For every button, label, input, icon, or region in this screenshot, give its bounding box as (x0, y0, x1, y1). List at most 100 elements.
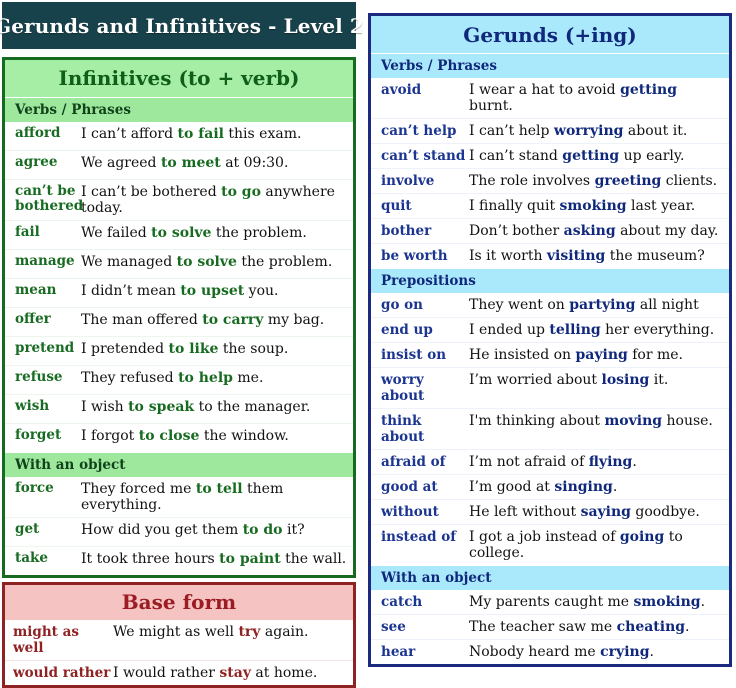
row-verb: get (15, 521, 40, 537)
section-band: With an object (371, 565, 729, 590)
row-example-highlight: paying (575, 347, 628, 363)
row-example-highlight: getting (562, 148, 620, 164)
table-row: would rather I would rather stay at home. (5, 660, 353, 685)
table-row: wish I wish to speak to the manager. (5, 394, 353, 423)
base-form-body: might as well We might as well try again.… (5, 620, 353, 685)
row-example-highlight: to help (178, 370, 233, 386)
table-row: offer The man offered to carry my bag. (5, 307, 353, 336)
table-row: can’t stand I can’t stand getting up earl… (371, 143, 729, 168)
table-row: forget I forgot to close the window. (5, 423, 353, 452)
row-example: I can’t stand getting up early. (469, 148, 685, 164)
row-verb: think about (381, 413, 425, 445)
left-column: Gerunds and Infinitives - Level 2 Infini… (0, 0, 364, 688)
table-row: worry about I’m worried about losing it. (371, 367, 729, 408)
row-example-highlight: try (238, 624, 261, 640)
table-row: catch My parents caught me smoking. (371, 590, 729, 614)
row-example: My parents caught me smoking. (469, 594, 706, 610)
table-row: manage We managed to solve the problem. (5, 249, 353, 278)
row-example: He insisted on paying for me. (469, 347, 684, 363)
row-example: The man offered to carry my bag. (81, 312, 325, 328)
row-verb: forget (15, 427, 62, 443)
gerunds-body: Verbs / Phrases avoid I wear a hat to avoi… (371, 53, 729, 664)
table-row: see The teacher saw me cheating. (371, 614, 729, 639)
row-verb: would rather (13, 665, 111, 681)
row-example: I would rather stay at home. (113, 665, 318, 681)
row-verb: hear (381, 644, 416, 660)
row-verb: quit (381, 198, 412, 214)
row-example-highlight: flying (588, 454, 633, 470)
row-example: We failed to solve the problem. (81, 225, 307, 241)
row-example-highlight: partying (569, 297, 636, 313)
row-verb: involve (381, 173, 435, 189)
row-verb: afraid of (381, 454, 446, 470)
row-verb: agree (15, 154, 58, 170)
infinitives-panel: Infinitives (to + verb) Verbs / Phrases a… (2, 57, 356, 578)
row-verb: good at (381, 479, 438, 495)
row-verb: insist on (381, 347, 447, 363)
row-example: I wear a hat to avoid getting burnt. (469, 82, 677, 114)
row-example-highlight: greeting (594, 173, 662, 189)
row-verb: force (15, 480, 54, 496)
row-example-highlight: saying (580, 504, 631, 520)
row-verb: offer (15, 311, 51, 327)
row-example: Don’t bother asking about my day. (469, 223, 719, 239)
row-example: I can’t be bothered to go anywhere today… (81, 184, 335, 216)
row-example-highlight: stay (219, 665, 251, 681)
row-example-highlight: worrying (553, 123, 624, 139)
row-verb: can’t help (381, 123, 457, 139)
table-row: quit I finally quit smoking last year. (371, 193, 729, 218)
row-example-highlight: losing (601, 372, 650, 388)
infinitives-body: Verbs / Phrases afford I can’t afford to f… (5, 97, 353, 575)
row-example: They forced me to tell them everything. (81, 481, 284, 513)
row-example: I can’t help worrying about it. (469, 123, 688, 139)
row-example-highlight: singing (554, 479, 613, 495)
row-example-highlight: to carry (202, 312, 264, 328)
section-band: Prepositions (371, 268, 729, 293)
row-verb: might as well (13, 624, 79, 656)
row-example: I got a job instead of going to college. (469, 529, 683, 561)
table-row: pretend I pretended to like the soup. (5, 336, 353, 365)
base-form-panel: Base form might as well We might as well … (2, 582, 356, 688)
main-title-bar: Gerunds and Infinitives - Level 2 (0, 2, 364, 49)
page-title: Gerunds and Infinitives - Level 2 (0, 13, 364, 38)
row-example-highlight: to meet (160, 155, 221, 171)
section-rows: avoid I wear a hat to avoid getting burnt… (371, 78, 729, 268)
section-rows: force They forced me to tell them everyth… (5, 477, 353, 575)
row-verb: manage (15, 253, 75, 269)
row-example: I finally quit smoking last year. (469, 198, 696, 214)
row-example: The teacher saw me cheating. (469, 619, 690, 635)
row-verb: can’t stand (381, 148, 466, 164)
row-example: We agreed to meet at 09:30. (81, 155, 289, 171)
row-example-highlight: to go (221, 184, 261, 200)
row-example-highlight: to do (242, 522, 283, 538)
row-verb: without (381, 504, 439, 520)
row-verb: bother (381, 223, 432, 239)
row-example-highlight: getting (620, 82, 677, 98)
row-example: I pretended to like the soup. (81, 341, 289, 357)
table-row: go on They went on partying all night (371, 293, 729, 317)
table-row: without He left without saying goodbye. (371, 499, 729, 524)
table-row: bother Don’t bother asking about my day. (371, 218, 729, 243)
row-verb: see (381, 619, 406, 635)
table-row: can’t help I can’t help worrying about it… (371, 118, 729, 143)
row-verb: instead of (381, 529, 457, 545)
row-example-highlight: visiting (546, 248, 606, 264)
row-example: The role involves greeting clients. (469, 173, 718, 189)
right-column: Gerunds (+ing) Verbs / Phrases avoid I wea… (366, 0, 736, 681)
row-example-highlight: telling (549, 322, 601, 338)
infinitives-title: Infinitives (to + verb) (5, 60, 353, 97)
row-example-highlight: to like (168, 341, 219, 357)
row-example: I’m good at singing. (469, 479, 618, 495)
row-example-highlight: to upset (180, 283, 245, 299)
row-example: I’m not afraid of flying. (469, 454, 637, 470)
row-example-highlight: smoking (559, 198, 627, 214)
row-verb: worry about (381, 372, 425, 404)
row-example-highlight: going (619, 529, 665, 545)
row-example: Is it worth visiting the museum? (469, 248, 705, 264)
row-verb: can’t be bothered (15, 183, 84, 214)
row-example: He left without saying goodbye. (469, 504, 700, 520)
row-example: How did you get them to do it? (81, 522, 305, 538)
table-row: can’t be bothered I can’t be bothered to … (5, 179, 353, 220)
row-verb: afford (15, 125, 61, 141)
gerunds-title: Gerunds (+ing) (371, 16, 729, 53)
